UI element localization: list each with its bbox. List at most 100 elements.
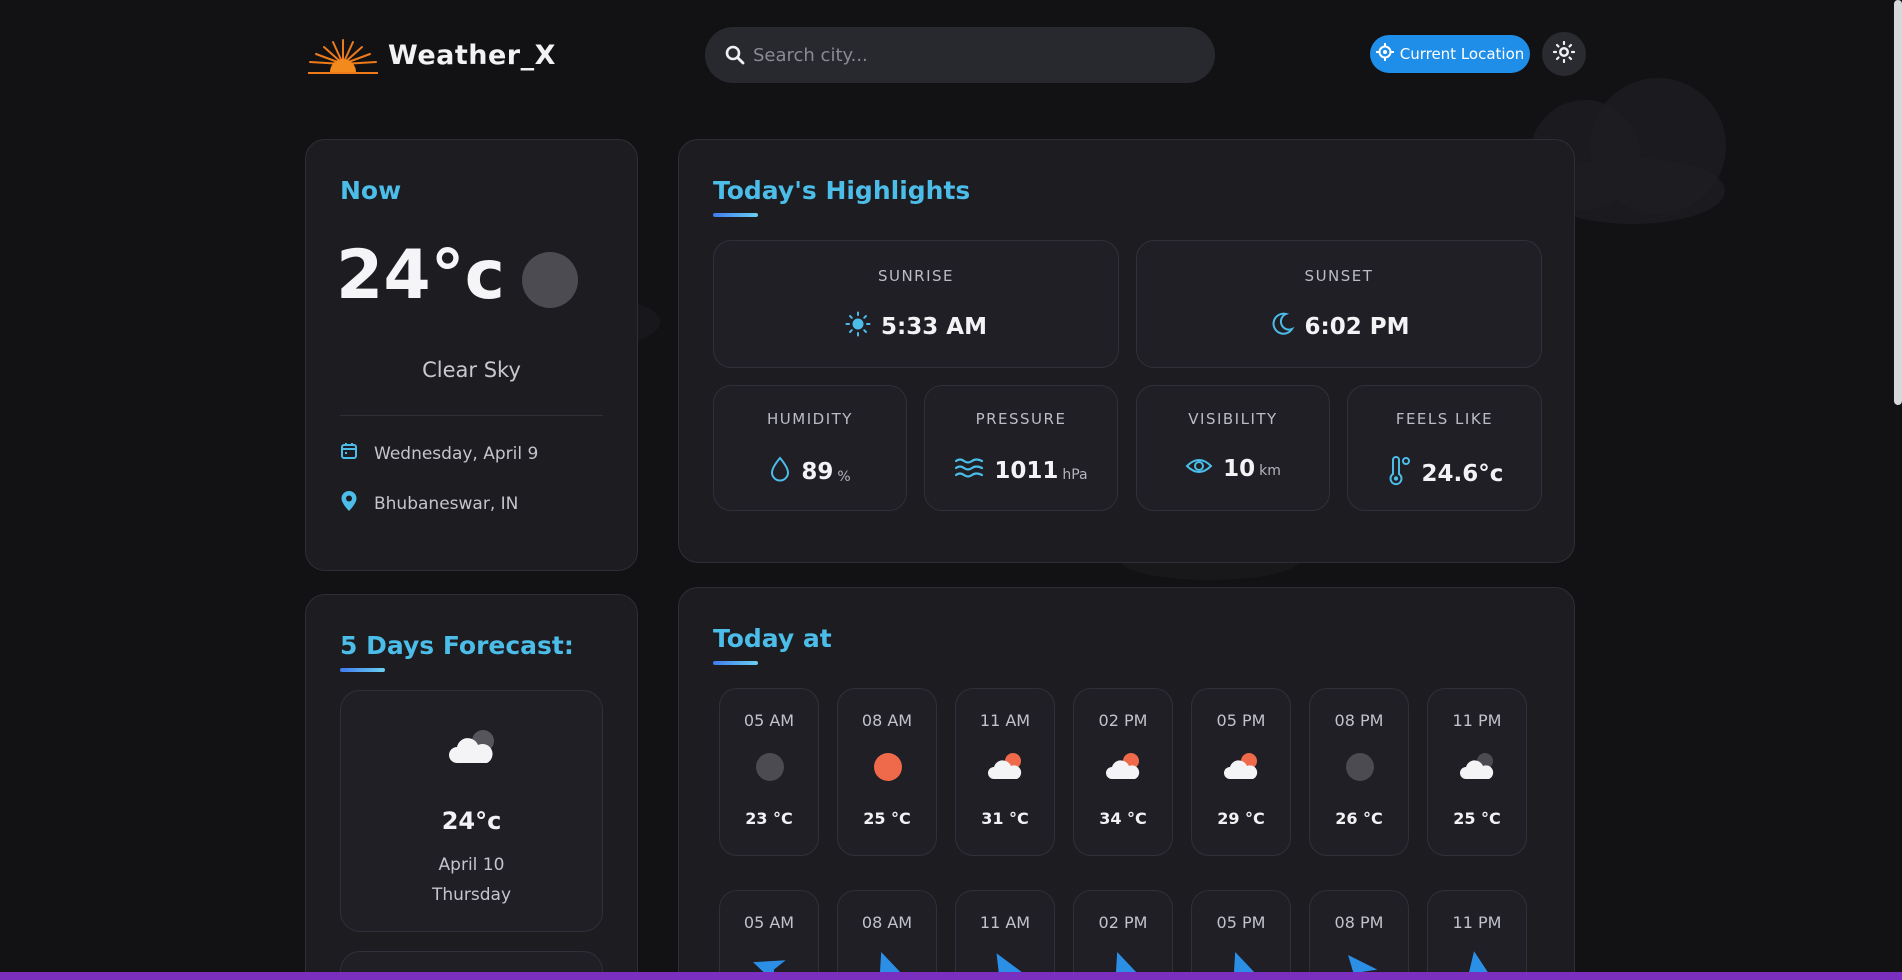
cloud-moon-icon <box>445 727 499 771</box>
hourly-item: 08 AM 25 °C <box>837 688 937 856</box>
moon-icon <box>750 749 790 785</box>
divider <box>340 415 603 416</box>
hourly-item: 08 PM 26 °C <box>1309 688 1409 856</box>
sun-icon <box>845 311 871 343</box>
cloud-moon-icon <box>1458 749 1498 785</box>
sunset-value-row: 6:02 PM <box>1137 311 1541 343</box>
forecast-temp: 24°c <box>441 807 502 835</box>
cloud-sun-icon <box>1104 749 1144 785</box>
wind-item: 05 AM <box>719 890 819 980</box>
wind-time: 05 PM <box>1216 913 1266 932</box>
calendar-icon <box>340 442 358 465</box>
brand-title: Weather_X <box>388 40 556 71</box>
current-date: Wednesday, April 9 <box>374 443 539 464</box>
hourly-item: 11 PM 25 °C <box>1427 688 1527 856</box>
forecast-card: 5 Days Forecast: 24°c April 10 Thursday <box>305 594 638 980</box>
pressure-value: 1011 <box>994 458 1059 484</box>
thermometer-icon <box>1386 456 1412 492</box>
hourly-item: 05 AM 23 °C <box>719 688 819 856</box>
sunset-value: 6:02 PM <box>1304 314 1410 340</box>
pressure-label: PRESSURE <box>975 410 1067 428</box>
sunrise-box: SUNRISE 5:33 AM <box>713 240 1119 368</box>
wind-time: 11 AM <box>979 913 1031 932</box>
wind-time: 11 PM <box>1452 913 1502 932</box>
wind-time: 02 PM <box>1098 913 1148 932</box>
water-drop-icon <box>769 456 791 488</box>
eye-icon <box>1185 456 1213 482</box>
visibility-value-row: 10 km <box>1137 456 1329 482</box>
moon-icon <box>1269 311 1295 343</box>
wind-time: 08 AM <box>861 913 913 932</box>
sunset-box: SUNSET 6:02 PM <box>1136 240 1542 368</box>
cloud-sun-icon <box>1222 749 1262 785</box>
sun-icon <box>868 749 908 785</box>
today-at-title: Today at <box>713 624 832 653</box>
current-temperature: 24°c <box>336 236 505 315</box>
current-location: Bhubaneswar, IN <box>374 493 519 514</box>
hour-temperature: 26 °C <box>1335 809 1383 828</box>
wind-time: 05 AM <box>743 913 795 932</box>
visibility-label: VISIBILITY <box>1188 410 1278 428</box>
search-input[interactable] <box>753 27 1193 83</box>
humidity-value-row: 89 % <box>714 456 906 488</box>
forecast-title: 5 Days Forecast: <box>340 631 574 660</box>
cloud-sun-icon <box>986 749 1026 785</box>
bottom-accent-bar <box>0 972 1902 980</box>
sunrise-label: SUNRISE <box>877 267 955 285</box>
feels-like-value: 24.6°c <box>1421 461 1504 487</box>
sunrise-value: 5:33 AM <box>881 314 987 340</box>
pressure-unit: hPa <box>1062 467 1088 483</box>
date-row: Wednesday, April 9 <box>340 442 538 465</box>
now-title: Now <box>340 176 402 205</box>
current-location-label: Current Location <box>1399 45 1525 63</box>
wind-item: 08 PM <box>1309 890 1409 980</box>
search-icon <box>725 45 745 65</box>
current-location-button[interactable]: Current Location <box>1370 35 1530 73</box>
hour-temperature: 25 °C <box>863 809 911 828</box>
current-weather-card: Now 24°c Clear Sky Wednesday, April 9 Bh… <box>305 139 638 571</box>
wind-item: 11 PM <box>1427 890 1527 980</box>
title-underline <box>713 213 758 217</box>
wind-item: 08 AM <box>837 890 937 980</box>
hourly-item: 02 PM 34 °C <box>1073 688 1173 856</box>
highlights-card: Today's Highlights SUNRISE 5:33 AM SUNSE… <box>678 139 1575 563</box>
feels-like-label: FEELS LIKE <box>1395 410 1494 428</box>
hourly-item: 05 PM 29 °C <box>1191 688 1291 856</box>
sunrise-value-row: 5:33 AM <box>714 311 1118 343</box>
hour-time: 08 AM <box>861 711 913 730</box>
wind-item: 02 PM <box>1073 890 1173 980</box>
location-pin-icon <box>340 490 358 517</box>
humidity-value: 89 <box>801 459 834 485</box>
visibility-box: VISIBILITY 10 km <box>1136 385 1330 511</box>
humidity-label: HUMIDITY <box>767 410 853 428</box>
theme-toggle-button[interactable] <box>1542 32 1586 76</box>
crosshair-icon <box>1375 43 1394 65</box>
page-scrollbar[interactable] <box>1894 0 1902 405</box>
feels-like-box: FEELS LIKE 24.6°c <box>1347 385 1542 511</box>
pressure-value-row: 1011 hPa <box>925 456 1117 486</box>
hour-time: 11 PM <box>1452 711 1502 730</box>
title-underline <box>713 661 758 665</box>
hour-time: 11 AM <box>979 711 1031 730</box>
moon-icon <box>522 252 578 308</box>
highlights-title: Today's Highlights <box>713 176 971 205</box>
waves-icon <box>954 456 984 486</box>
hour-temperature: 34 °C <box>1099 809 1147 828</box>
title-underline <box>340 668 385 672</box>
hour-time: 05 PM <box>1216 711 1266 730</box>
search-bar[interactable] <box>705 27 1215 83</box>
hourly-item: 11 AM 31 °C <box>955 688 1055 856</box>
hour-time: 08 PM <box>1334 711 1384 730</box>
wind-time: 08 PM <box>1334 913 1384 932</box>
humidity-unit: % <box>837 469 851 485</box>
visibility-unit: km <box>1259 463 1281 479</box>
weather-condition: Clear Sky <box>422 358 521 382</box>
feels-like-value-row: 24.6°c <box>1348 456 1541 492</box>
hour-time: 05 AM <box>743 711 795 730</box>
pressure-box: PRESSURE 1011 hPa <box>924 385 1118 511</box>
sun-icon <box>1552 40 1576 67</box>
forecast-day: Thursday <box>431 885 512 905</box>
wind-item: 05 PM <box>1191 890 1291 980</box>
moon-icon <box>1340 749 1380 785</box>
sunset-label: SUNSET <box>1304 267 1374 285</box>
